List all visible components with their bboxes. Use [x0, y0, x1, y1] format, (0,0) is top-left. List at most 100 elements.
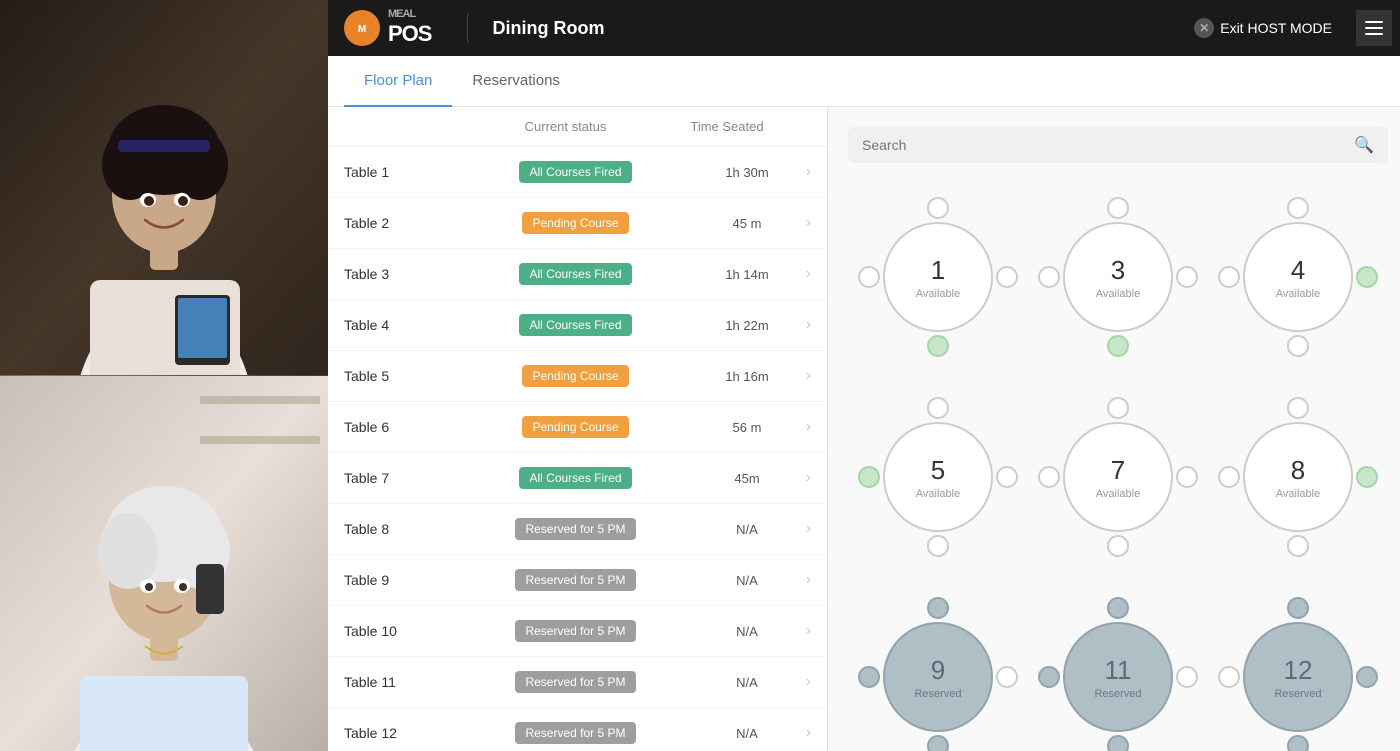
badge-2: All Courses Fired: [519, 263, 631, 285]
seat-seat-right-3: [1176, 266, 1198, 288]
table-status-3: Available: [1096, 288, 1140, 300]
table-name-3: Table 4: [344, 317, 444, 333]
table-row[interactable]: Table 3 All Courses Fired 1h 14m ›: [328, 249, 827, 300]
seat-seat-left-5: [858, 466, 880, 488]
status-badge-5: Pending Course: [444, 416, 707, 438]
status-badge-6: All Courses Fired: [444, 467, 707, 489]
table-name-1: Table 2: [344, 215, 444, 231]
table-num-1: 1: [931, 255, 945, 286]
floor-plan-panel: 🔍 1 Available 3 Available 4 Available 5 …: [828, 107, 1400, 751]
time-col-2: 1h 14m: [707, 267, 787, 282]
table-status-7: Available: [1096, 488, 1140, 500]
floor-table-3[interactable]: 3 Available: [1038, 197, 1198, 357]
badge-5: Pending Course: [522, 416, 628, 438]
status-badge-8: Reserved for 5 PM: [444, 569, 707, 591]
chevron-icon-3: ›: [787, 316, 811, 334]
seat-seat-bottom-11: [1107, 735, 1129, 751]
table-circle-8: 8 Available: [1243, 422, 1353, 532]
status-badge-7: Reserved for 5 PM: [444, 518, 707, 540]
table-status-8: Available: [1276, 488, 1320, 500]
seat-seat-left-12: [1218, 666, 1240, 688]
table-num-7: 7: [1111, 455, 1125, 486]
seat-seat-top-9: [927, 597, 949, 619]
seat-seat-bottom-4: [1287, 335, 1309, 357]
seat-seat-top-8: [1287, 397, 1309, 419]
photo-bottom: [0, 376, 328, 751]
floor-table-11[interactable]: 11 Reserved: [1038, 597, 1198, 751]
badge-9: Reserved for 5 PM: [515, 620, 635, 642]
main-panel: M MEAL POS Dining Room ✕ Exit HOST MODE …: [328, 0, 1400, 751]
table-row[interactable]: Table 12 Reserved for 5 PM N/A ›: [328, 708, 827, 751]
badge-11: Reserved for 5 PM: [515, 722, 635, 744]
tab-floor-plan[interactable]: Floor Plan: [344, 56, 452, 107]
chevron-icon-1: ›: [787, 214, 811, 232]
floor-table-8[interactable]: 8 Available: [1218, 397, 1378, 557]
seat-seat-top-3: [1107, 197, 1129, 219]
time-col-1: 45 m: [707, 216, 787, 231]
exit-host-button[interactable]: ✕ Exit HOST MODE: [1194, 18, 1332, 38]
logo-area: M MEAL POS: [344, 9, 431, 48]
floor-table-4[interactable]: 4 Available: [1218, 197, 1378, 357]
badge-0: All Courses Fired: [519, 161, 631, 183]
table-row[interactable]: Table 8 Reserved for 5 PM N/A ›: [328, 504, 827, 555]
table-name-2: Table 3: [344, 266, 444, 282]
table-row[interactable]: Table 2 Pending Course 45 m ›: [328, 198, 827, 249]
table-row[interactable]: Table 7 All Courses Fired 45m ›: [328, 453, 827, 504]
table-status-5: Available: [916, 488, 960, 500]
chevron-icon-6: ›: [787, 469, 811, 487]
table-name-6: Table 7: [344, 470, 444, 486]
seat-seat-right-4: [1356, 266, 1378, 288]
room-title: Dining Room: [492, 18, 1182, 39]
menu-line-1: [1365, 21, 1383, 23]
chevron-icon-9: ›: [787, 622, 811, 640]
table-num-12: 12: [1284, 655, 1313, 686]
tab-reservations[interactable]: Reservations: [452, 56, 580, 107]
photo-panel: [0, 0, 328, 751]
seat-seat-bottom-9: [927, 735, 949, 751]
menu-button[interactable]: [1356, 10, 1392, 46]
table-row[interactable]: Table 9 Reserved for 5 PM N/A ›: [328, 555, 827, 606]
table-num-5: 5: [931, 455, 945, 486]
table-circle-4: 4 Available: [1243, 222, 1353, 332]
chevron-icon-11: ›: [787, 724, 811, 742]
table-name-7: Table 8: [344, 521, 444, 537]
badge-10: Reserved for 5 PM: [515, 671, 635, 693]
floor-table-12[interactable]: 12 Reserved: [1218, 597, 1378, 751]
tables-grid: 1 Available 3 Available 4 Available 5 Av…: [848, 187, 1388, 751]
header-col-time: Time Seated: [667, 119, 787, 134]
table-row[interactable]: Table 10 Reserved for 5 PM N/A ›: [328, 606, 827, 657]
menu-line-3: [1365, 33, 1383, 35]
table-row[interactable]: Table 6 Pending Course 56 m ›: [328, 402, 827, 453]
search-input[interactable]: [862, 137, 1346, 153]
floor-table-7[interactable]: 7 Available: [1038, 397, 1198, 557]
seat-seat-top-1: [927, 197, 949, 219]
status-badge-10: Reserved for 5 PM: [444, 671, 707, 693]
seat-seat-bottom-8: [1287, 535, 1309, 557]
floor-table-9[interactable]: 9 Reserved: [858, 597, 1018, 751]
seat-seat-left-9: [858, 666, 880, 688]
seat-seat-right-11: [1176, 666, 1198, 688]
seat-seat-bottom-5: [927, 535, 949, 557]
seat-seat-top-11: [1107, 597, 1129, 619]
time-col-8: N/A: [707, 573, 787, 588]
floor-table-5[interactable]: 5 Available: [858, 397, 1018, 557]
table-row[interactable]: Table 11 Reserved for 5 PM N/A ›: [328, 657, 827, 708]
badge-1: Pending Course: [522, 212, 628, 234]
floor-table-1[interactable]: 1 Available: [858, 197, 1018, 357]
seat-seat-top-5: [927, 397, 949, 419]
seat-seat-right-8: [1356, 466, 1378, 488]
seat-seat-left-7: [1038, 466, 1060, 488]
time-col-5: 56 m: [707, 420, 787, 435]
table-row[interactable]: Table 5 Pending Course 1h 16m ›: [328, 351, 827, 402]
table-name-9: Table 10: [344, 623, 444, 639]
header-col-status: Current status: [464, 119, 667, 134]
status-badge-11: Reserved for 5 PM: [444, 722, 707, 744]
seat-seat-bottom-1: [927, 335, 949, 357]
table-row[interactable]: Table 4 All Courses Fired 1h 22m ›: [328, 300, 827, 351]
seat-seat-top-4: [1287, 197, 1309, 219]
time-col-0: 1h 30m: [707, 165, 787, 180]
topbar-divider: [467, 13, 468, 43]
table-name-11: Table 12: [344, 725, 444, 741]
seat-seat-bottom-3: [1107, 335, 1129, 357]
table-row[interactable]: Table 1 All Courses Fired 1h 30m ›: [328, 147, 827, 198]
